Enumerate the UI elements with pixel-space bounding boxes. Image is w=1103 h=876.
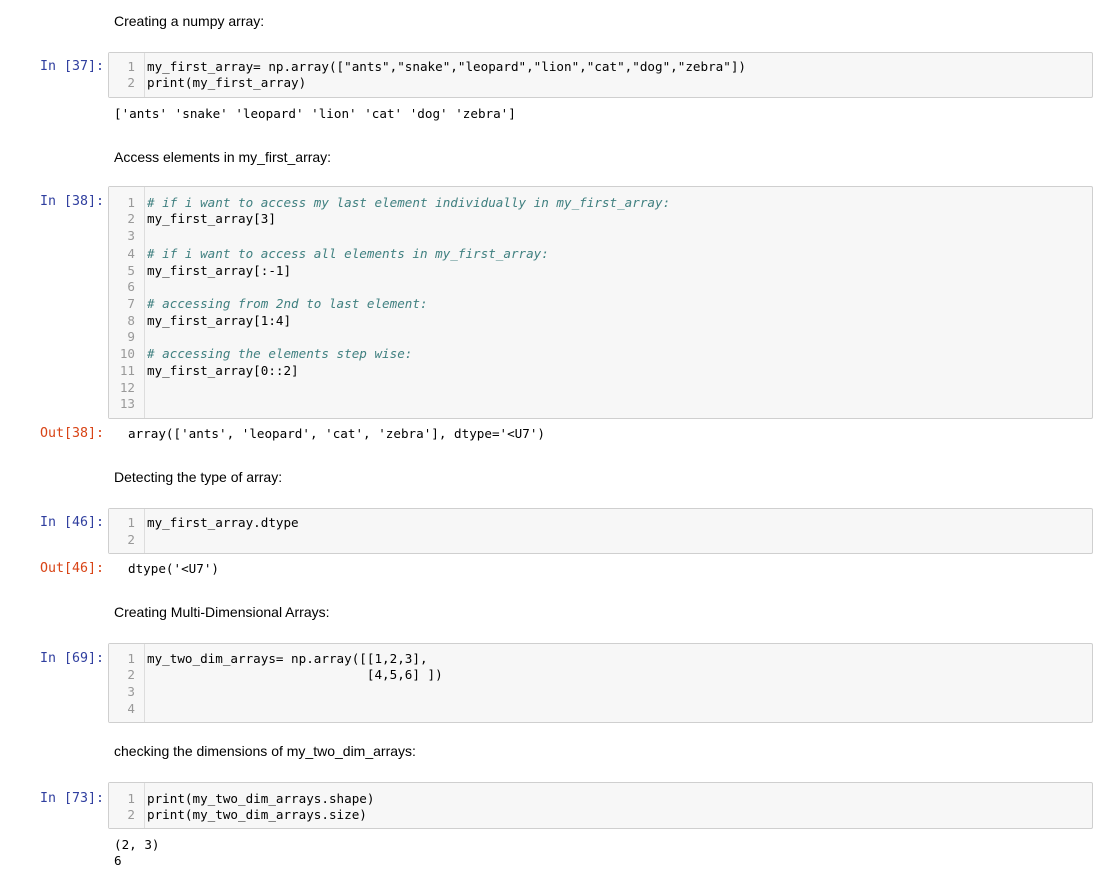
line-number: 2 (127, 211, 135, 226)
line-number: 1 (127, 651, 135, 666)
line-number: 6 (127, 279, 135, 294)
line-number: 9 (127, 329, 135, 344)
line-number: 4 (127, 246, 135, 261)
code-line-9[interactable]: 9 (109, 329, 1092, 345)
code-line-1[interactable]: 1 my_first_array.dtype (109, 515, 1092, 531)
code-line-8[interactable]: 8 my_first_array[1:4] (109, 313, 1092, 329)
line-number: 5 (127, 263, 135, 278)
line-number: 7 (127, 296, 135, 311)
line-number: 1 (127, 195, 135, 210)
execute-result-38: array(['ants', 'leopard', 'cat', 'zebra'… (128, 426, 546, 441)
input-prompt-46: In [46]: (40, 515, 105, 530)
line-number: 1 (127, 791, 135, 806)
markdown-cell-multi-dim[interactable]: Creating Multi-Dimensional Arrays: (114, 604, 330, 621)
markdown-cell-access-elements[interactable]: Access elements in my_first_array: (114, 149, 331, 166)
code-line-12[interactable]: 12 (109, 380, 1092, 396)
stream-output-73-line-1: (2, 3) (114, 837, 160, 852)
code-line-6[interactable]: 6 (109, 279, 1092, 295)
code-line-1[interactable]: 1 my_two_dim_arrays= np.array([[1,2,3], (109, 651, 1092, 667)
line-number: 1 (127, 515, 135, 530)
code-line-5[interactable]: 5 my_first_array[:-1] (109, 263, 1092, 279)
code-line-13[interactable]: 13 (109, 396, 1092, 412)
line-number: 8 (127, 313, 135, 328)
output-prompt-46: Out[46]: (40, 561, 105, 576)
line-number: 2 (127, 807, 135, 822)
code-line-1[interactable]: 1 # if i want to access my last element i… (109, 195, 1092, 211)
code-line-4[interactable]: 4 # if i want to access all elements in m… (109, 246, 1092, 262)
code-cell-69[interactable]: 1 my_two_dim_arrays= np.array([[1,2,3], 2… (108, 643, 1093, 723)
input-prompt-73: In [73]: (40, 791, 105, 806)
code-cell-38[interactable]: 1 # if i want to access my last element i… (108, 186, 1093, 419)
line-number: 2 (127, 532, 135, 547)
code-line-7[interactable]: 7 # accessing from 2nd to last element: (109, 296, 1092, 312)
code-line-4[interactable]: 4 (109, 701, 1092, 717)
line-number: 12 (119, 380, 135, 395)
code-line-2[interactable]: 2 [4,5,6] ]) (109, 667, 1092, 683)
code-line-11[interactable]: 11 my_first_array[0::2] (109, 363, 1092, 379)
line-number: 13 (119, 396, 135, 411)
markdown-cell-detect-type[interactable]: Detecting the type of array: (114, 469, 282, 486)
input-prompt-37: In [37]: (40, 59, 105, 74)
code-cell-46[interactable]: 1 my_first_array.dtype 2 (108, 508, 1093, 554)
line-number: 3 (127, 684, 135, 699)
line-number: 11 (119, 363, 135, 378)
markdown-cell-check-dims[interactable]: checking the dimensions of my_two_dim_ar… (114, 743, 416, 760)
code-line-1[interactable]: 1 my_first_array= np.array(["ants","snake… (109, 59, 1092, 75)
code-line-2[interactable]: 2 (109, 532, 1092, 548)
code-line-3[interactable]: 3 (109, 228, 1092, 244)
code-line-2[interactable]: 2 my_first_array[3] (109, 211, 1092, 227)
stream-output-37: ['ants' 'snake' 'leopard' 'lion' 'cat' '… (114, 106, 516, 121)
execute-result-46: dtype('<U7') (128, 561, 219, 576)
code-line-3[interactable]: 3 (109, 684, 1092, 700)
code-cell-73[interactable]: 1 print(my_two_dim_arrays.shape) 2 print(m… (108, 782, 1093, 829)
line-number: 2 (127, 75, 135, 90)
input-prompt-38: In [38]: (40, 194, 105, 209)
markdown-cell-creating-array[interactable]: Creating a numpy array: (114, 13, 264, 30)
code-line-1[interactable]: 1 print(my_two_dim_arrays.shape) (109, 791, 1092, 807)
line-number: 3 (127, 228, 135, 243)
line-number: 2 (127, 667, 135, 682)
line-number: 10 (119, 346, 135, 361)
line-number: 1 (127, 59, 135, 74)
stream-output-73-line-2: 6 (114, 853, 122, 868)
code-line-2[interactable]: 2 print(my_first_array) (109, 75, 1092, 91)
code-line-2[interactable]: 2 print(my_two_dim_arrays.size) (109, 807, 1092, 823)
input-prompt-69: In [69]: (40, 651, 105, 666)
code-cell-37[interactable]: 1 my_first_array= np.array(["ants","snake… (108, 52, 1093, 98)
line-number: 4 (127, 701, 135, 716)
code-line-10[interactable]: 10 # accessing the elements step wise: (109, 346, 1092, 362)
output-prompt-38: Out[38]: (40, 426, 105, 441)
